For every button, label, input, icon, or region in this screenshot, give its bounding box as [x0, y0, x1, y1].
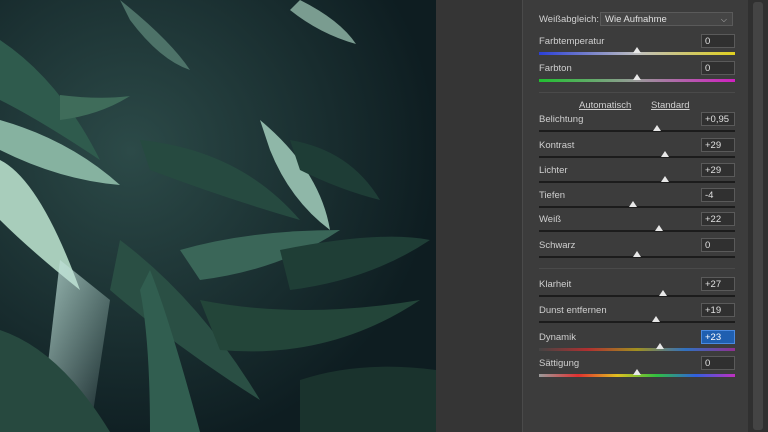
standard-link[interactable]: Standard [651, 100, 690, 111]
slider-value-field[interactable]: +27 [701, 277, 735, 291]
slider-label: Tiefen [539, 190, 566, 201]
slider-value-field[interactable]: 0 [701, 238, 735, 252]
slider-value-field[interactable]: -4 [701, 188, 735, 202]
slider-track[interactable] [539, 130, 735, 132]
basic-adjustments-panel: Weißabgleich: Wie Aufnahme ⌵ Farbtempera… [522, 0, 749, 432]
slider-value-field[interactable]: 0 [701, 356, 735, 370]
slider-thumb[interactable] [655, 343, 664, 349]
slider-clarity[interactable]: Klarheit +27 [539, 277, 735, 301]
slider-whites[interactable]: Weiß +22 [539, 212, 735, 236]
slider-temp[interactable]: Farbtemperatur 0 [539, 34, 735, 58]
slider-label: Dunst entfernen [539, 305, 607, 316]
slider-thumb[interactable] [652, 125, 661, 131]
slider-label: Sättigung [539, 358, 580, 369]
slider-saturation[interactable]: Sättigung 0 [539, 356, 735, 380]
slider-track[interactable] [539, 230, 735, 232]
slider-thumb[interactable] [661, 151, 670, 157]
slider-track[interactable] [539, 295, 735, 297]
slider-dehaze[interactable]: Dunst entfernen +19 [539, 303, 735, 327]
slider-label: Lichter [539, 165, 568, 176]
slider-thumb[interactable] [629, 201, 638, 207]
divider [539, 268, 735, 269]
divider [539, 92, 735, 93]
auto-link[interactable]: Automatisch [579, 100, 631, 111]
white-balance-select[interactable]: Wie Aufnahme ⌵ [600, 12, 733, 26]
canvas-margin [436, 0, 522, 432]
slider-value-field[interactable]: +0,95 [701, 112, 735, 126]
slider-exposure[interactable]: Belichtung +0,95 [539, 112, 735, 136]
white-balance-label: Weißabgleich: [539, 14, 600, 25]
slider-blacks[interactable]: Schwarz 0 [539, 238, 735, 262]
slider-label: Dynamik [539, 332, 576, 343]
slider-thumb[interactable] [659, 290, 668, 296]
slider-label: Schwarz [539, 240, 576, 251]
slider-track[interactable] [539, 181, 735, 183]
scrollbar-thumb[interactable] [753, 2, 763, 430]
slider-value-field[interactable]: 0 [701, 61, 735, 75]
slider-thumb[interactable] [654, 225, 663, 231]
leaf-image [0, 0, 436, 432]
chevron-down-icon: ⌵ [720, 15, 727, 24]
white-balance-row: Weißabgleich: Wie Aufnahme ⌵ [539, 12, 735, 28]
slider-value-field[interactable]: 0 [701, 34, 735, 48]
photo-preview [0, 0, 436, 432]
slider-thumb[interactable] [633, 74, 641, 80]
slider-thumb[interactable] [651, 316, 660, 322]
slider-label: Belichtung [539, 114, 584, 125]
slider-label: Farbtemperatur [539, 36, 605, 47]
slider-label: Kontrast [539, 140, 575, 151]
slider-thumb[interactable] [661, 176, 670, 182]
slider-highlights[interactable]: Lichter +29 [539, 163, 735, 187]
slider-track[interactable] [539, 321, 735, 323]
slider-track[interactable] [539, 156, 735, 158]
slider-tint[interactable]: Farbton 0 [539, 61, 735, 85]
slider-shadows[interactable]: Tiefen -4 [539, 188, 735, 212]
slider-value-field[interactable]: +29 [701, 138, 735, 152]
slider-vibrance[interactable]: Dynamik +23 [539, 330, 735, 354]
slider-value-field[interactable]: +22 [701, 212, 735, 226]
slider-contrast[interactable]: Kontrast +29 [539, 138, 735, 162]
slider-value-field[interactable]: +23 [701, 330, 735, 344]
slider-thumb[interactable] [633, 369, 641, 375]
slider-thumb[interactable] [633, 251, 641, 257]
white-balance-value: Wie Aufnahme [605, 14, 667, 25]
slider-value-field[interactable]: +29 [701, 163, 735, 177]
slider-label: Weiß [539, 214, 561, 225]
slider-track[interactable] [539, 348, 735, 351]
slider-thumb[interactable] [633, 47, 641, 53]
panel-scrollbar[interactable] [748, 0, 768, 432]
slider-label: Klarheit [539, 279, 572, 290]
slider-label: Farbton [539, 63, 572, 74]
slider-value-field[interactable]: +19 [701, 303, 735, 317]
